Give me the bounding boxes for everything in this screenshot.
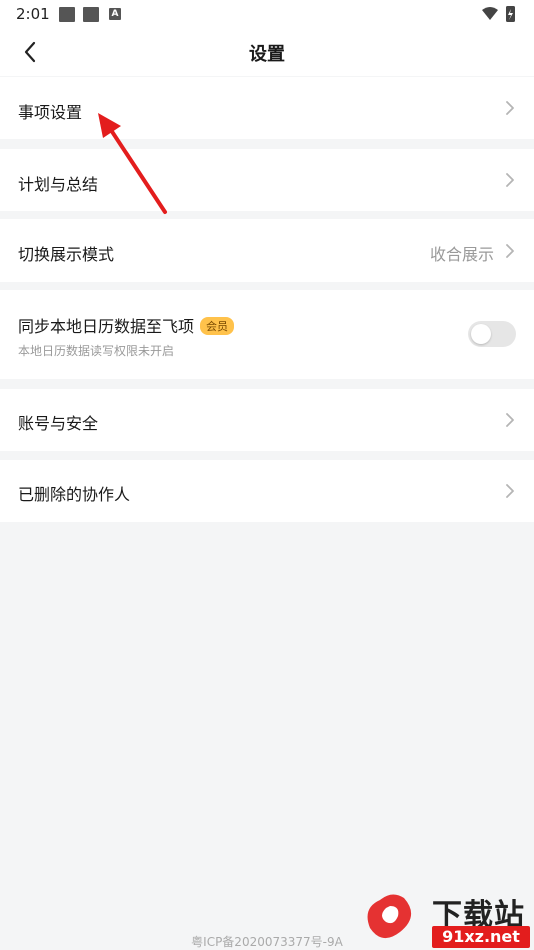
watermark-domain: 91xz.net <box>432 926 530 948</box>
chevron-right-icon <box>506 484 514 498</box>
settings-row-plan-summary[interactable]: 计划与总结 <box>0 149 534 211</box>
notification-icon <box>83 7 99 22</box>
settings-row-account-security[interactable]: 账号与安全 <box>0 389 534 451</box>
row-label: 事项设置 <box>18 103 83 122</box>
row-label: 账号与安全 <box>18 414 99 433</box>
chevron-right-icon <box>506 101 514 115</box>
chevron-right-icon <box>506 173 514 187</box>
row-label: 计划与总结 <box>18 175 99 194</box>
page-title: 设置 <box>249 44 285 65</box>
settings-row-deleted-collaborators[interactable]: 已删除的协作人 <box>0 460 534 522</box>
nav-bar: 设置 <box>0 28 534 76</box>
display-mode-value: 收合展示 <box>429 245 494 264</box>
settings-row-calendar-sync: 同步本地日历数据至飞项 会员 本地日历数据读写权限未开启 <box>0 290 534 379</box>
row-label: 已删除的协作人 <box>18 485 131 504</box>
settings-row-display-mode[interactable]: 切换展示模式 收合展示 <box>0 219 534 282</box>
status-time: 2:01 <box>16 5 50 23</box>
status-bar: 2:01 A <box>0 0 534 28</box>
settings-row-item-settings[interactable]: 事项设置 <box>0 77 534 139</box>
notification-icon <box>59 7 75 22</box>
chevron-right-icon <box>506 244 514 258</box>
row-label: 同步本地日历数据至飞项 会员 <box>18 313 235 337</box>
chevron-right-icon <box>506 413 514 427</box>
notification-a-icon: A <box>109 8 121 20</box>
calendar-sync-toggle[interactable] <box>468 321 516 347</box>
row-subtitle: 本地日历数据读写权限未开启 <box>18 344 175 358</box>
member-badge: 会员 <box>200 317 235 335</box>
toggle-knob <box>471 324 491 344</box>
wifi-battery-icon <box>482 6 515 22</box>
calendar-sync-label: 同步本地日历数据至飞项 <box>18 317 195 336</box>
row-label: 切换展示模式 <box>18 245 115 264</box>
